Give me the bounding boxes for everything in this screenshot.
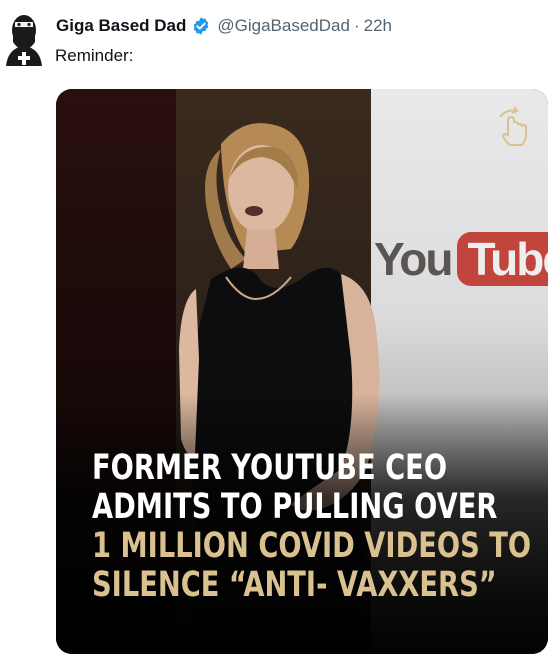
headline-caption: FORMER YOUTUBE CEO ADMITS TO PULLING OVE… bbox=[92, 448, 532, 605]
headline-line-2: ADMITS TO PULLING OVER bbox=[92, 487, 498, 527]
timestamp[interactable]: 22h bbox=[364, 16, 392, 36]
author-name[interactable]: Giga Based Dad bbox=[56, 16, 186, 36]
swipe-hand-icon bbox=[494, 105, 534, 149]
tweet-media[interactable]: You Tube FORMER YOUTUBE CEO ADMITS TO PU… bbox=[56, 89, 548, 654]
headline-line-3: 1 MILLION COVID VIDEOS TO bbox=[92, 526, 532, 566]
youtube-sign-box: Tube bbox=[457, 232, 548, 286]
avatar[interactable] bbox=[4, 8, 44, 66]
avatar-icon bbox=[6, 15, 42, 66]
verified-badge-icon bbox=[191, 16, 211, 36]
author-handle[interactable]: @GigaBasedDad bbox=[217, 16, 350, 36]
tweet-header: Giga Based Dad @GigaBasedDad · 22h bbox=[56, 14, 392, 38]
separator-dot: · bbox=[353, 16, 360, 35]
headline-line-4: SILENCE “ANTI- VAXXERS” bbox=[92, 565, 497, 605]
headline-line-1: FORMER YOUTUBE CEO bbox=[92, 448, 448, 488]
tweet-text: Reminder: bbox=[55, 46, 134, 65]
